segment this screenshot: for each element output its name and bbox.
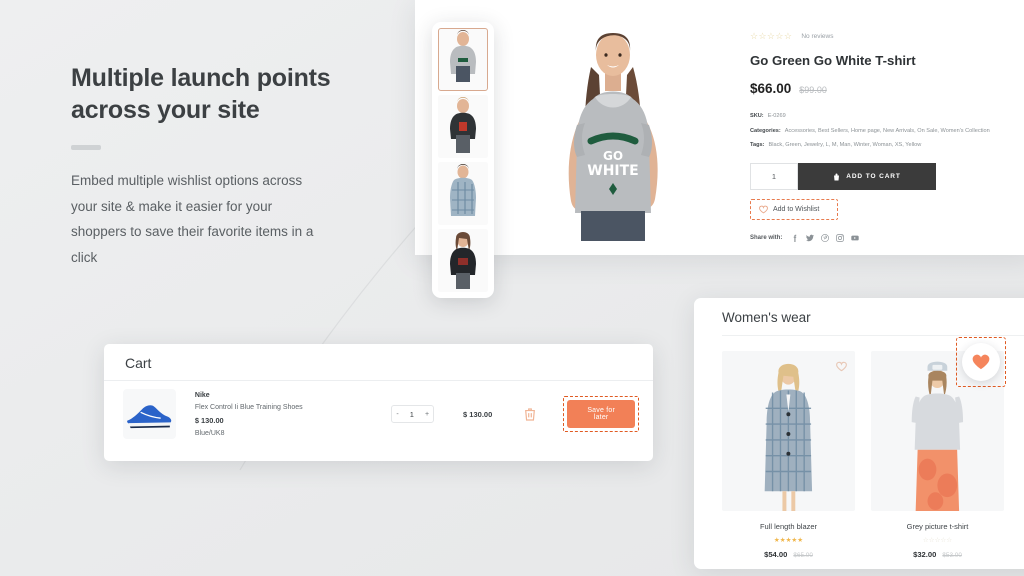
cart-item-price: $ 130.00 bbox=[194, 415, 224, 425]
purchase-controls: 1 ADD TO CART bbox=[750, 163, 1024, 191]
product-card-0-compare-price: $65.00 bbox=[793, 552, 813, 559]
product-card-1[interactable]: Grey picture t-shirt ☆☆☆☆☆ $32.00 $53.00 bbox=[871, 337, 1006, 559]
product-thumbnail-rail bbox=[432, 22, 494, 298]
rating-row: ☆☆☆☆☆ No reviews bbox=[750, 31, 1024, 42]
add-to-wishlist-button[interactable]: Add to Wishlist bbox=[753, 202, 835, 217]
product-categories-row: Categories: Accessories, Best Sellers, H… bbox=[750, 128, 1024, 135]
categories-value[interactable]: Accessories, Best Sellers, Home page, Ne… bbox=[785, 128, 990, 135]
product-card-0-image[interactable] bbox=[722, 351, 855, 511]
product-info-column: ☆☆☆☆☆ No reviews Go Green Go White T-shi… bbox=[730, 9, 1024, 255]
svg-text:WHITE: WHITE bbox=[587, 163, 638, 179]
product-card-0-name: Full length blazer bbox=[759, 522, 818, 531]
cart-card: Cart Nike Flex Control Ii Blue Training … bbox=[104, 344, 653, 461]
cart-line-item: Nike Flex Control Ii Blue Training Shoes… bbox=[104, 381, 653, 447]
product-card-1-compare-price: $53.00 bbox=[942, 552, 962, 559]
cart-item-name: Flex Control Ii Blue Training Shoes bbox=[194, 403, 303, 411]
trash-icon bbox=[525, 408, 536, 421]
cart-item-image[interactable] bbox=[123, 389, 176, 439]
cart-item-brand: Nike bbox=[194, 391, 210, 399]
wishlist-heart-button-1[interactable] bbox=[962, 343, 1000, 381]
thumbnail-3[interactable] bbox=[438, 229, 488, 292]
cart-item-details: Nike Flex Control Ii Blue Training Shoes… bbox=[195, 392, 383, 437]
product-hero-image: GO WHITE bbox=[495, 9, 730, 255]
heart-icon bbox=[759, 205, 768, 214]
page-title: Multiple launch points across your site bbox=[71, 64, 331, 124]
sku-value: E-0269 bbox=[767, 113, 786, 119]
add-to-cart-label: ADD TO CART bbox=[846, 173, 901, 181]
product-sku-row: SKU: E-0269 bbox=[750, 113, 1024, 120]
product-grid: Full length blazer ★★★★★ $54.00 $65.00 G… bbox=[722, 336, 1024, 559]
save-for-later-highlight-box: Save for later bbox=[563, 396, 640, 432]
svg-text:GO: GO bbox=[602, 149, 622, 163]
product-price: $66.00 bbox=[750, 81, 792, 96]
wishlist-heart-highlight-box bbox=[956, 337, 1006, 387]
categories-label: Categories: bbox=[750, 127, 781, 134]
cart-header: Cart bbox=[104, 344, 653, 381]
quantity-input[interactable]: 1 bbox=[750, 163, 798, 191]
womens-wear-panel: Women's wear Full length blazer ★★★★★ $5… bbox=[694, 298, 1024, 569]
add-to-cart-button[interactable]: ADD TO CART bbox=[798, 163, 936, 191]
thumbnail-2[interactable] bbox=[438, 162, 488, 225]
title-underline-rule bbox=[71, 145, 101, 150]
tags-value[interactable]: Black, Green, Jewelry, L, M, Man, Winter… bbox=[769, 142, 922, 149]
product-title: Go Green Go White T-shirt bbox=[750, 53, 916, 68]
pinterest-icon[interactable] bbox=[821, 234, 830, 243]
thumbnail-0[interactable] bbox=[438, 28, 488, 91]
product-compare-price: $99.00 bbox=[799, 85, 827, 95]
product-detail-card: GO WHITE ☆☆☆☆☆ No reviews Go Green Go Wh… bbox=[415, 0, 1024, 255]
product-card-0[interactable]: Full length blazer ★★★★★ $54.00 $65.00 bbox=[722, 351, 855, 559]
share-row: Share with: bbox=[750, 234, 1024, 243]
remove-item-button[interactable] bbox=[524, 407, 536, 421]
product-card-0-rating: ★★★★★ bbox=[773, 537, 804, 544]
product-tags-row: Tags: Black, Green, Jewelry, L, M, Man, … bbox=[750, 142, 1024, 149]
instagram-icon[interactable] bbox=[836, 234, 845, 242]
product-card-1-rating: ☆☆☆☆☆ bbox=[922, 537, 953, 544]
youtube-icon[interactable] bbox=[851, 234, 860, 242]
heart-outline-icon bbox=[836, 361, 847, 372]
wishlist-label: Add to Wishlist bbox=[773, 206, 820, 214]
twitter-icon[interactable] bbox=[806, 234, 815, 242]
thumbnail-1[interactable] bbox=[438, 95, 488, 158]
product-price-row: $66.00 $99.00 bbox=[750, 81, 1024, 96]
product-card-0-price-row: $54.00 $65.00 bbox=[722, 550, 855, 559]
share-label: Share with: bbox=[750, 235, 783, 242]
quantity-increment-button[interactable]: + bbox=[425, 411, 429, 418]
quantity-decrement-button[interactable]: - bbox=[396, 411, 398, 418]
save-for-later-button[interactable]: Save for later bbox=[567, 400, 636, 428]
rating-stars: ☆☆☆☆☆ bbox=[750, 31, 793, 41]
product-card-0-price: $54.00 bbox=[764, 550, 788, 559]
wishlist-highlight-box: Add to Wishlist bbox=[750, 199, 839, 221]
product-card-1-price-row: $32.00 $53.00 bbox=[871, 550, 1004, 559]
quantity-stepper[interactable]: - 1 + bbox=[391, 405, 435, 423]
cart-line-total: $ 130.00 bbox=[463, 409, 493, 419]
cart-item-variant: Blue/UK8 bbox=[194, 429, 225, 437]
cart-title: Cart bbox=[125, 355, 152, 371]
wishlist-heart-icon-0[interactable] bbox=[836, 359, 847, 372]
heart-filled-icon bbox=[972, 354, 990, 370]
hero-body-text: Embed multiple wishlist options across y… bbox=[71, 173, 314, 265]
facebook-icon[interactable] bbox=[791, 234, 799, 243]
womens-wear-title: Women's wear bbox=[722, 310, 811, 325]
quantity-value[interactable]: 1 bbox=[410, 410, 414, 419]
product-card-1-name: Grey picture t-shirt bbox=[906, 522, 969, 531]
reviews-count-label: No reviews bbox=[801, 33, 834, 40]
sku-label: SKU: bbox=[750, 113, 764, 119]
cart-bag-icon bbox=[834, 173, 840, 181]
hero-copy-block: Multiple launch points across your site … bbox=[71, 62, 401, 270]
product-card-1-price: $32.00 bbox=[913, 550, 937, 559]
tags-label: Tags: bbox=[750, 142, 765, 149]
